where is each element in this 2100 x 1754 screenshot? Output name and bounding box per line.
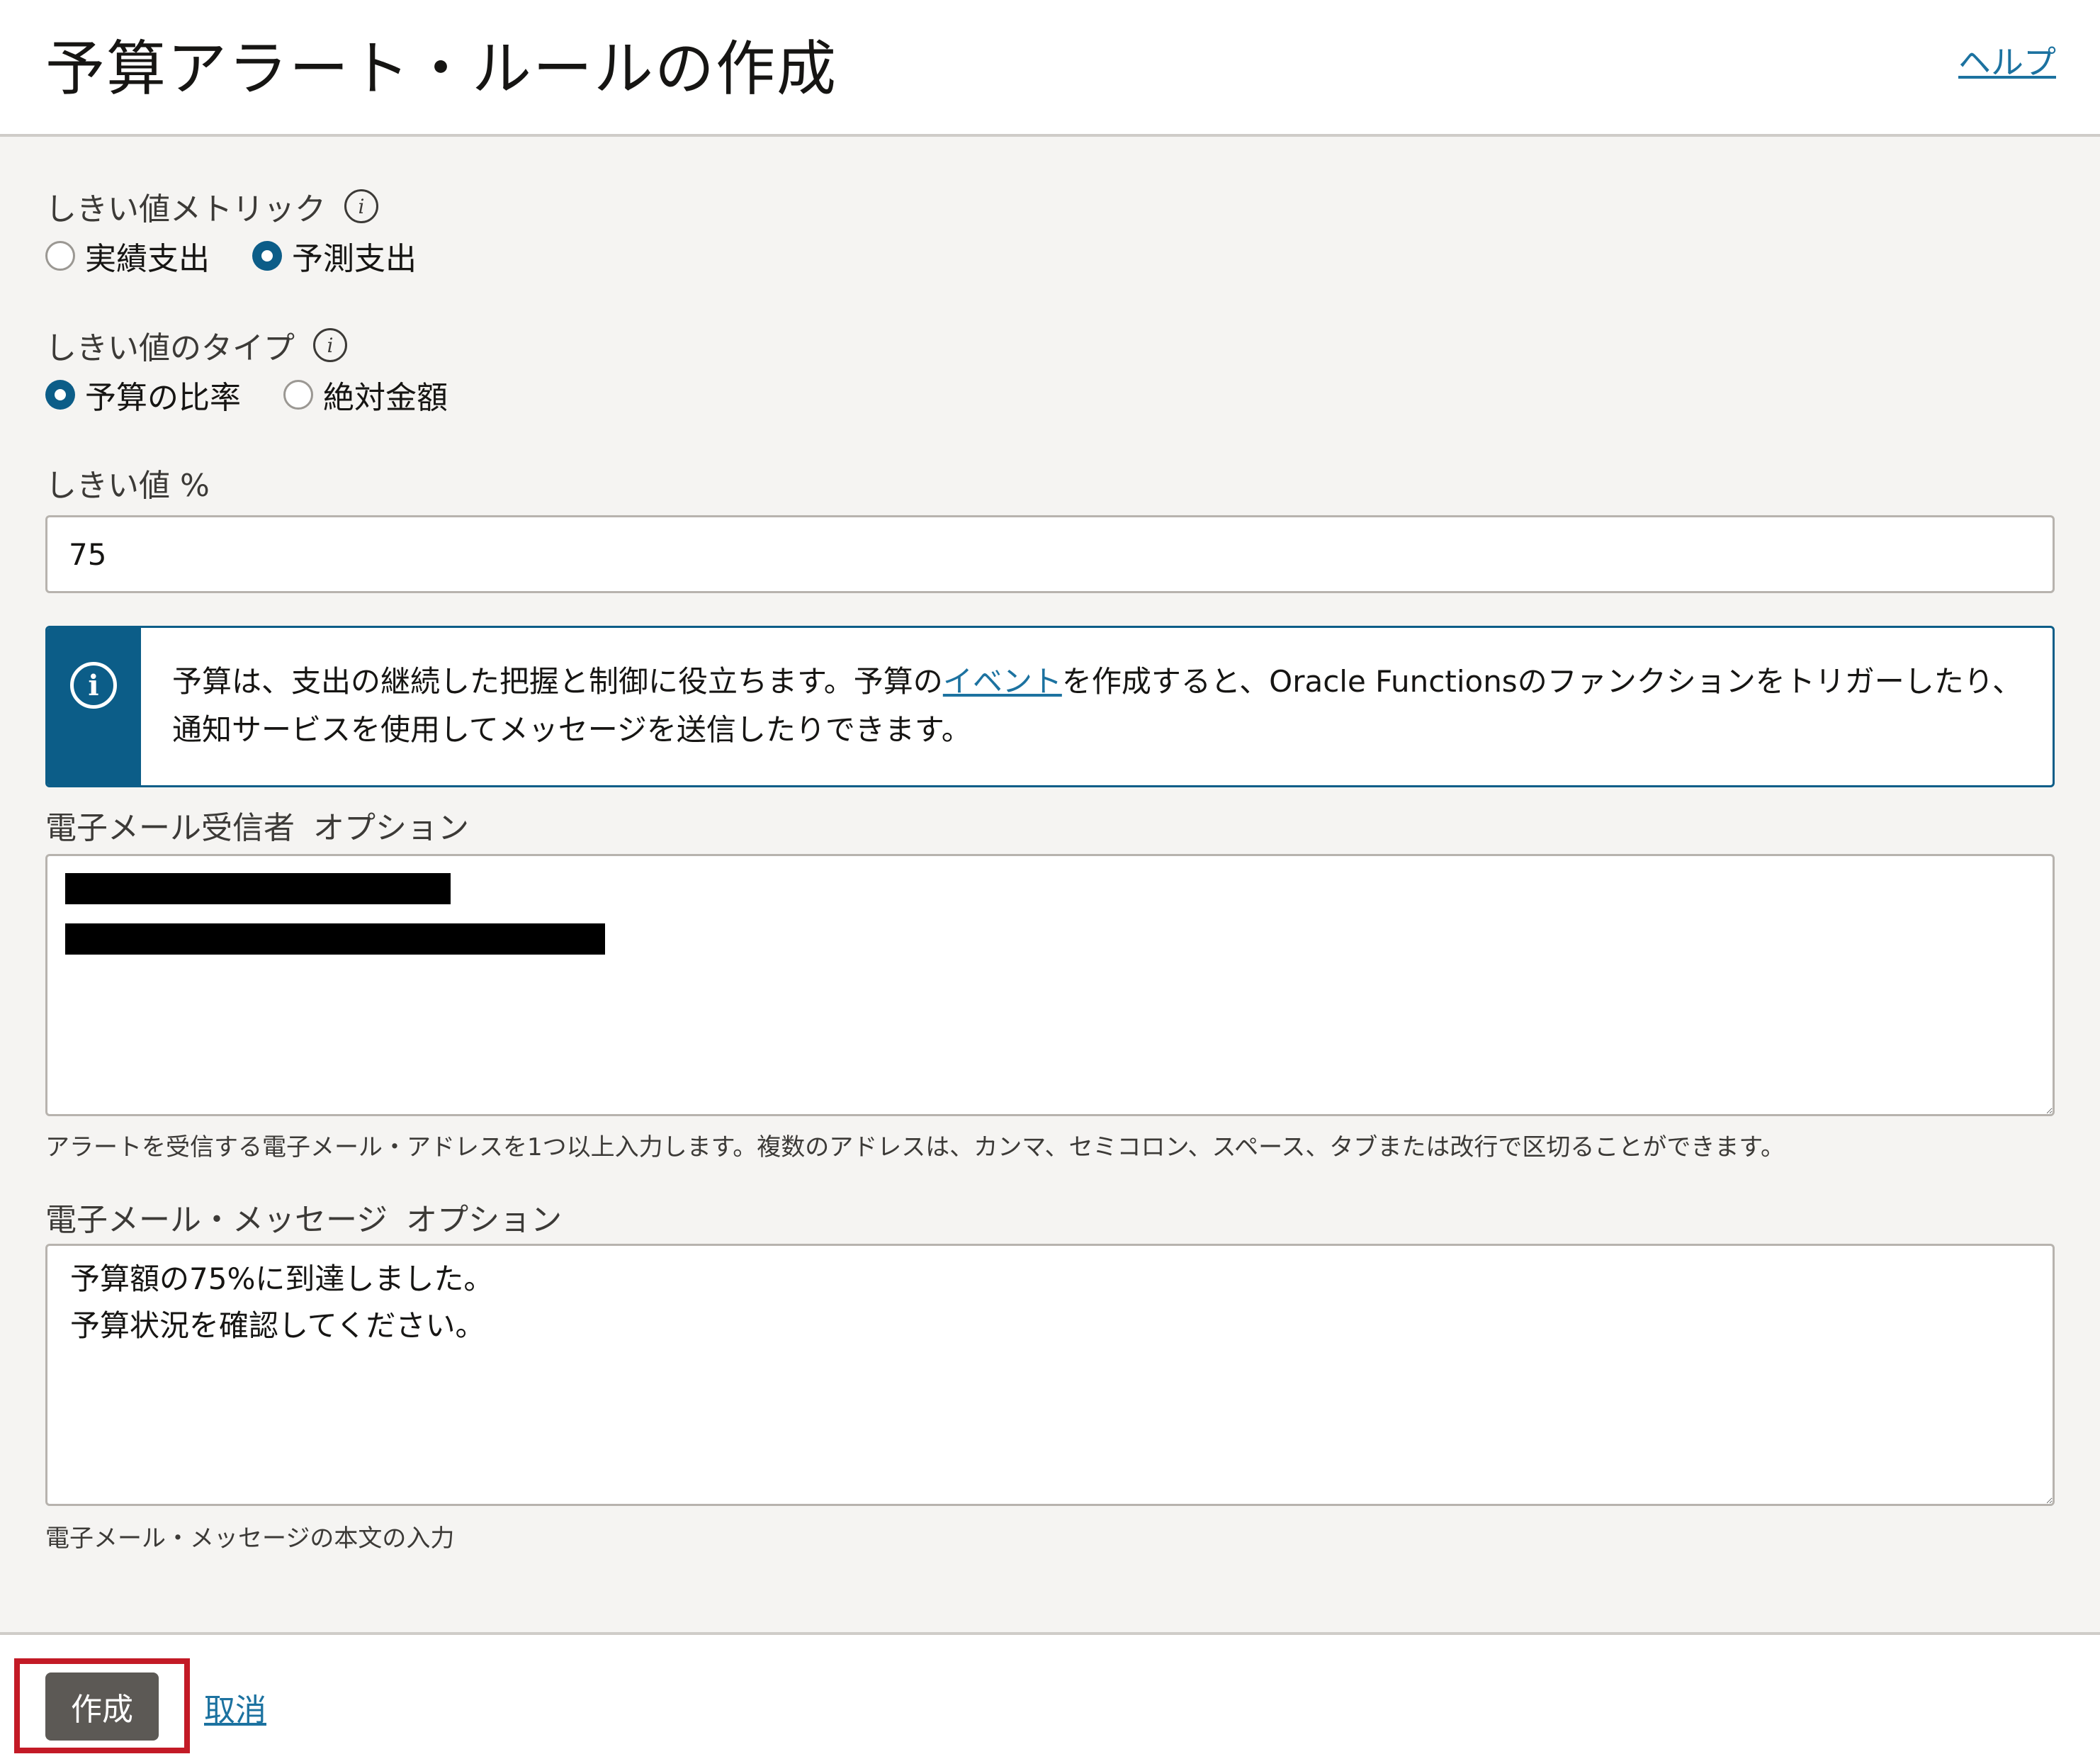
threshold-metric-radio-group: 実績支出 予測支出 bbox=[45, 233, 459, 279]
radio-absolute-amount[interactable]: 絶対金額 bbox=[283, 372, 448, 417]
create-button[interactable]: 作成 bbox=[45, 1673, 159, 1741]
threshold-value-label: しきい値 % bbox=[45, 468, 210, 504]
banner-text-before: 予算は、支出の継続した把握と制御に役立ちます。予算の bbox=[172, 664, 943, 699]
radio-forecast-spend[interactable]: 予測支出 bbox=[252, 233, 417, 279]
radio-actual-spend[interactable]: 実績支出 bbox=[45, 233, 210, 279]
radio-button[interactable] bbox=[45, 241, 75, 271]
optional-tag: オプション bbox=[313, 810, 469, 846]
info-banner: i 予算は、支出の継続した把握と制御に役立ちます。予算のイベントを作成すると、O… bbox=[45, 626, 2055, 787]
panel-footer: 作成 取消 bbox=[0, 1632, 2100, 1754]
radio-button[interactable] bbox=[283, 380, 313, 410]
panel-header: 予算アラート・ルールの作成 ヘルプ bbox=[0, 0, 2100, 137]
radio-button-selected[interactable] bbox=[252, 241, 282, 271]
form-body: しきい値メトリック i 実績支出 予測支出 しきい値のタイプ i 予算の比率 絶… bbox=[0, 140, 2100, 1632]
info-icon: i bbox=[70, 662, 117, 709]
banner-accent-bar: i bbox=[47, 628, 141, 785]
redacted-email-2 bbox=[65, 923, 605, 955]
page-title: 予算アラート・ルールの作成 bbox=[45, 34, 838, 103]
redacted-email-1 bbox=[65, 873, 451, 904]
email-recipients-label: 電子メール受信者 オプション bbox=[45, 802, 469, 848]
radio-budget-percentage[interactable]: 予算の比率 bbox=[45, 372, 241, 417]
email-message-label-text: 電子メール・メッセージ bbox=[45, 1202, 388, 1238]
cancel-link[interactable]: 取消 bbox=[204, 1685, 266, 1730]
email-recipients-help: アラートを受信する電子メール・アドレスを1つ以上入力します。複数のアドレスは、カ… bbox=[45, 1133, 1785, 1162]
threshold-type-radio-group: 予算の比率 絶対金額 bbox=[45, 372, 490, 417]
email-message-help: 電子メール・メッセージの本文の入力 bbox=[45, 1524, 455, 1553]
create-budget-alert-rule-panel: 予算アラート・ルールの作成 ヘルプ しきい値メトリック i 実績支出 予測支出 … bbox=[0, 0, 2100, 1754]
threshold-type-label-text: しきい値のタイプ bbox=[45, 330, 295, 366]
events-link[interactable]: イベント bbox=[943, 664, 1062, 699]
radio-label: 予算の比率 bbox=[85, 380, 241, 416]
threshold-type-label: しきい値のタイプ i bbox=[45, 322, 347, 368]
info-icon[interactable]: i bbox=[313, 328, 347, 362]
email-recipients-label-text: 電子メール受信者 bbox=[45, 810, 295, 846]
radio-label: 予測支出 bbox=[292, 241, 417, 277]
radio-label: 絶対金額 bbox=[323, 380, 448, 416]
radio-button-selected[interactable] bbox=[45, 380, 75, 410]
optional-tag: オプション bbox=[406, 1202, 563, 1238]
threshold-metric-label-text: しきい値メトリック bbox=[45, 191, 326, 227]
email-message-textarea[interactable] bbox=[45, 1244, 2055, 1506]
email-message-label: 電子メール・メッセージ オプション bbox=[45, 1194, 562, 1239]
radio-label: 実績支出 bbox=[85, 241, 210, 277]
info-icon[interactable]: i bbox=[344, 189, 378, 223]
banner-message: 予算は、支出の継続した把握と制御に役立ちます。予算のイベントを作成すると、Ora… bbox=[172, 658, 2028, 754]
threshold-metric-label: しきい値メトリック i bbox=[45, 184, 378, 229]
threshold-value-input[interactable] bbox=[45, 515, 2055, 593]
help-link[interactable]: ヘルプ bbox=[1958, 37, 2056, 84]
